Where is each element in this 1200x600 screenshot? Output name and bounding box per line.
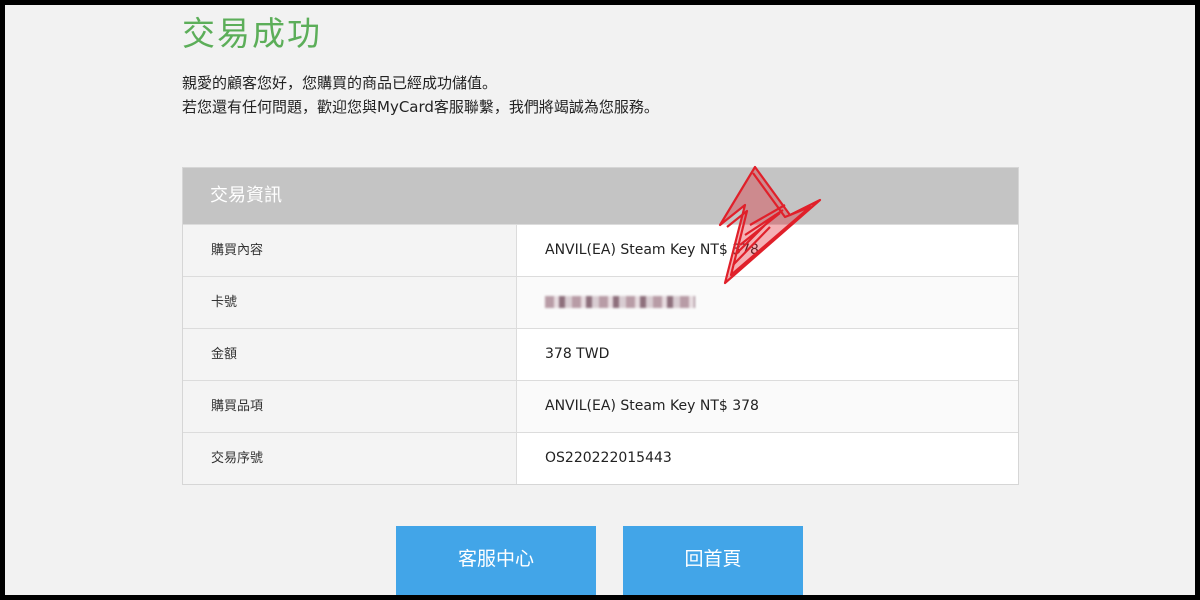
table-row: 購買品項 ANVIL(EA) Steam Key NT$ 378 [183, 380, 1018, 432]
purchase-item-value: ANVIL(EA) Steam Key NT$ 378 [517, 381, 1018, 432]
page-frame: 交易成功 親愛的顧客您好，您購買的商品已經成功儲值。 若您還有任何問題，歡迎您與… [5, 5, 1195, 595]
message-line-1: 親愛的顧客您好，您購買的商品已經成功儲值。 [182, 74, 498, 92]
table-row: 卡號 [183, 276, 1018, 328]
home-button[interactable]: 回首頁 [623, 526, 803, 595]
transaction-id-value: OS220222015443 [545, 450, 672, 466]
redacted-card-number [545, 296, 695, 308]
row-label: 卡號 [183, 277, 517, 328]
customer-service-button[interactable]: 客服中心 [396, 526, 596, 595]
table-row: 購買內容 ANVIL(EA) Steam Key NT$ 378 [183, 224, 1018, 276]
table-row: 交易序號 OS220222015443 [183, 432, 1018, 484]
row-label: 金額 [183, 329, 517, 380]
row-label: 交易序號 [183, 433, 517, 484]
page-title: 交易成功 [182, 14, 322, 53]
table-row: 金額 378 TWD [183, 328, 1018, 380]
annotation-arrow-icon [718, 165, 822, 285]
transaction-info-panel: 交易資訊 購買內容 ANVIL(EA) Steam Key NT$ 378 卡號… [182, 167, 1019, 485]
message-line-2: 若您還有任何問題，歡迎您與MyCard客服聯繫，我們將竭誠為您服務。 [182, 98, 659, 116]
panel-header: 交易資訊 [183, 168, 1018, 224]
amount-value: 378 TWD [545, 346, 610, 362]
row-label: 購買內容 [183, 225, 517, 276]
row-label: 購買品項 [183, 381, 517, 432]
success-message: 親愛的顧客您好，您購買的商品已經成功儲值。 若您還有任何問題，歡迎您與MyCar… [182, 71, 659, 119]
